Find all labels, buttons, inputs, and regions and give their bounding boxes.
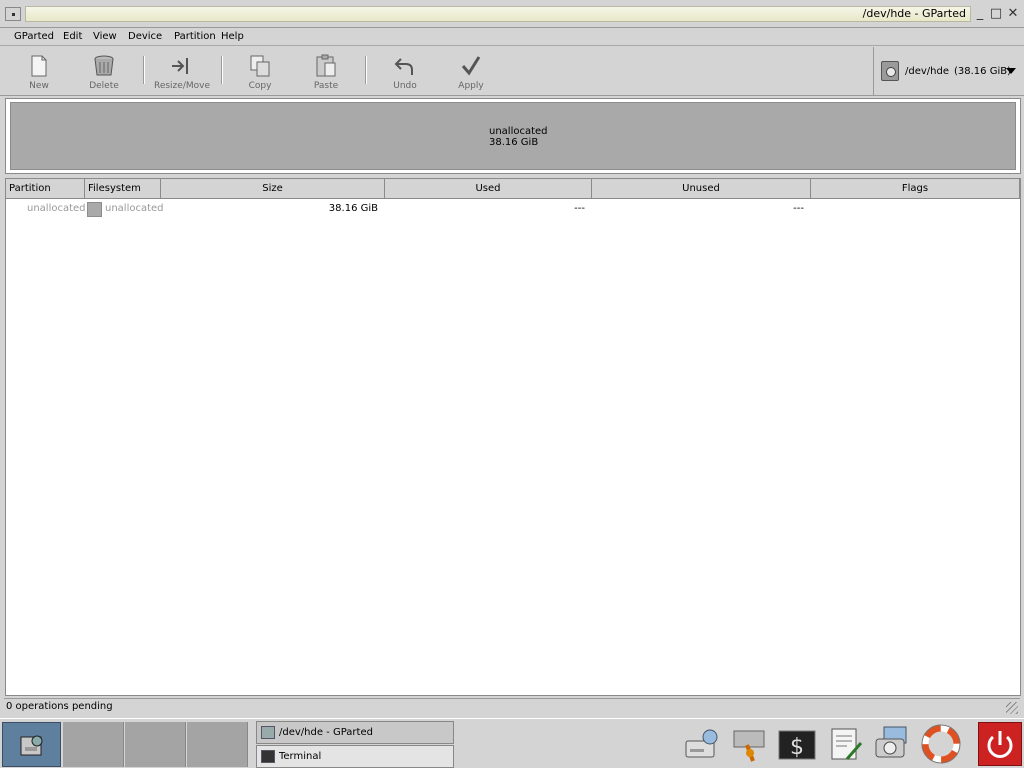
apply-button[interactable]: Apply (444, 49, 498, 93)
resize-grip-icon[interactable] (1006, 702, 1018, 714)
new-document-icon (26, 53, 52, 79)
paste-icon (313, 53, 339, 79)
toolbar: New Delete Resize/Move Copy Paste Undo A… (0, 46, 1024, 96)
partition-table: Partition Filesystem Size Used Unused Fl… (5, 178, 1021, 696)
title-field (25, 6, 971, 22)
terminal-app-icon (261, 750, 275, 763)
visual-partition-label: unallocated (489, 126, 548, 137)
terminal-icon: $ (778, 730, 816, 760)
menu-bar: GParted Edit View Device Partition Help (0, 28, 1024, 46)
maximize-icon[interactable]: □ (988, 7, 1004, 23)
status-text: 0 operations pending (6, 701, 113, 712)
toolbar-separator (221, 56, 223, 84)
col-partition[interactable]: Partition (6, 179, 85, 198)
checkmark-icon (458, 53, 484, 79)
window-menu-button[interactable] (5, 7, 21, 21)
help-launcher[interactable] (920, 723, 962, 765)
menu-edit[interactable]: Edit (63, 31, 82, 42)
window-title: /dev/hde - GParted (862, 7, 966, 20)
cell-partition: unallocated (27, 203, 86, 214)
toolbar-separator (365, 56, 367, 84)
title-bar[interactable]: /dev/hde - GParted _ □ ✕ (0, 0, 1024, 28)
workspace-2[interactable] (125, 722, 186, 767)
new-button[interactable]: New (12, 49, 66, 93)
copy-button[interactable]: Copy (233, 49, 287, 93)
workspace-1[interactable] (63, 722, 124, 767)
shutdown-button[interactable] (978, 722, 1022, 766)
menu-gparted[interactable]: GParted (14, 31, 54, 42)
cell-size: 38.16 GiB (328, 203, 378, 214)
table-header: Partition Filesystem Size Used Unused Fl… (6, 179, 1020, 199)
minimize-icon[interactable]: _ (972, 7, 988, 23)
col-filesystem[interactable]: Filesystem (85, 179, 161, 198)
col-used[interactable]: Used (385, 179, 592, 198)
task-gparted[interactable]: /dev/hde - GParted (256, 721, 454, 744)
terminal-launcher[interactable]: $ (776, 723, 818, 765)
menu-partition[interactable]: Partition (174, 31, 216, 42)
screenshot-launcher[interactable] (872, 723, 914, 765)
filesystem-color-swatch (87, 202, 102, 217)
workspace-3[interactable] (187, 722, 248, 767)
undo-icon (392, 53, 418, 79)
lifebuoy-icon (921, 724, 961, 764)
table-row[interactable]: unallocated unallocated 38.16 GiB --- --… (6, 200, 1020, 218)
text-editor-icon (831, 728, 863, 760)
visual-partition-size: 38.16 GiB (489, 137, 539, 148)
copy-icon (247, 53, 273, 79)
power-icon (987, 731, 1013, 758)
menu-help[interactable]: Help (221, 31, 244, 42)
package-tool-launcher[interactable] (729, 723, 771, 765)
menu-device[interactable]: Device (128, 31, 162, 42)
gparted-app-icon (261, 726, 275, 739)
status-bar: 0 operations pending (4, 698, 1020, 714)
svg-text:$: $ (790, 735, 804, 760)
harddisk-icon (881, 61, 899, 81)
device-name: /dev/hde (905, 66, 949, 77)
device-selector[interactable]: /dev/hde (38.16 GiB) (873, 47, 1024, 95)
col-unused[interactable]: Unused (592, 179, 811, 198)
resize-move-button[interactable]: Resize/Move (151, 49, 213, 93)
toolbox-icon (733, 730, 765, 762)
cell-filesystem: unallocated (105, 203, 164, 214)
cell-used: --- (574, 203, 585, 214)
start-menu-button[interactable] (2, 722, 61, 767)
disk-manager-launcher[interactable] (682, 723, 724, 765)
text-editor-launcher[interactable] (825, 723, 867, 765)
device-size: (38.16 GiB) (954, 66, 1011, 77)
camera-icon (875, 726, 907, 758)
delete-button[interactable]: Delete (77, 49, 131, 93)
task-terminal[interactable]: Terminal (256, 745, 454, 768)
paste-button[interactable]: Paste (299, 49, 353, 93)
disk-visual: unallocated 38.16 GiB (5, 98, 1021, 174)
trash-icon (91, 53, 117, 79)
menu-view[interactable]: View (93, 31, 117, 42)
dropdown-arrow-icon[interactable] (1006, 68, 1016, 74)
resize-icon (169, 53, 195, 79)
close-icon[interactable]: ✕ (1005, 7, 1021, 23)
col-size[interactable]: Size (161, 179, 385, 198)
start-menu-icon (20, 735, 43, 756)
toolbar-separator (143, 56, 145, 84)
cell-unused: --- (793, 203, 804, 214)
taskbar: /dev/hde - GParted Terminal $ (0, 718, 1024, 768)
col-flags[interactable]: Flags (811, 179, 1020, 198)
harddisk-icon (685, 729, 718, 758)
undo-button[interactable]: Undo (378, 49, 432, 93)
